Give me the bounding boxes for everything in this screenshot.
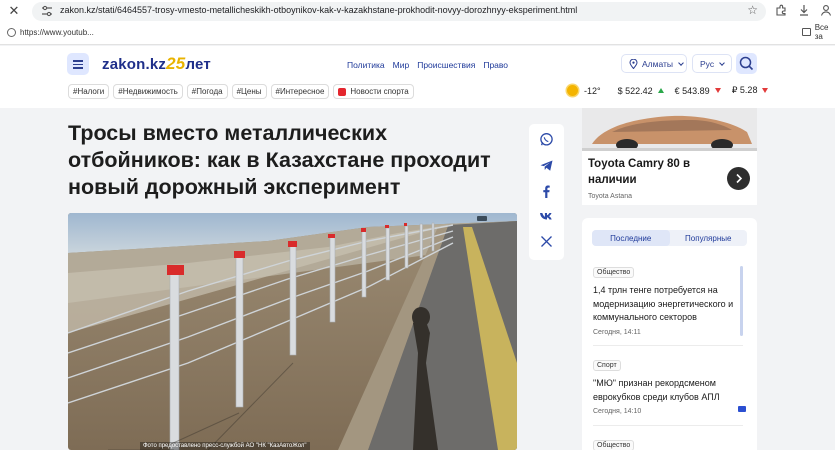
profile-icon[interactable]: [819, 3, 833, 17]
eur-rate: € 543.89: [674, 85, 710, 96]
news-item[interactable]: Общество 1,4 трлн тенге потребуется на м…: [593, 261, 743, 336]
extensions-icon[interactable]: [774, 3, 788, 17]
sun-icon: [567, 85, 578, 96]
article-title: Тросы вместо металлических отбойников: к…: [68, 121, 491, 199]
sport-icon: [338, 87, 347, 96]
url-text: zakon.kz/stati/6464557-trosy-vmesto-meta…: [60, 5, 578, 15]
downloads-icon[interactable]: [797, 3, 811, 17]
tab-popular[interactable]: Популярные: [670, 230, 748, 246]
ad-banner[interactable]: Toyota Camry 80 в наличии Toyota Astana: [582, 108, 757, 205]
road-cable-barrier-image: [68, 213, 517, 450]
site-logo[interactable]: zakon.kz25лет: [102, 54, 211, 74]
whatsapp-icon[interactable]: [539, 132, 554, 147]
globe-icon: [7, 27, 16, 37]
site-header: zakon.kz25лет Политика Мир Происшествия …: [0, 46, 835, 108]
ad-next-button[interactable]: [727, 167, 750, 190]
search-icon: [739, 56, 754, 71]
photo-caption: Фото предоставлено пресс-службой АО "НК …: [140, 442, 310, 450]
news-tabs: Последние Популярные: [592, 230, 747, 246]
bookmark-star-icon[interactable]: ☆: [747, 3, 758, 17]
chevron-down-icon: [678, 59, 684, 66]
browser-chrome: ✕ zakon.kz/stati/6464557-trosy-vmesto-me…: [0, 0, 835, 45]
ad-image: [582, 108, 757, 151]
facebook-icon[interactable]: [539, 184, 554, 199]
news-category: Общество: [593, 440, 635, 450]
vk-icon[interactable]: [539, 209, 554, 224]
news-item[interactable]: Спорт "МЮ" признан рекордсменом еврокубк…: [593, 354, 746, 415]
ad-source: Toyota Astana: [588, 193, 632, 200]
usd-rate: $ 522.42: [617, 85, 653, 96]
stop-loading-icon[interactable]: ✕: [6, 3, 22, 19]
news-title[interactable]: "МЮ" признан рекордсменом еврокубков сре…: [593, 377, 743, 404]
nav-politics[interactable]: Политика: [347, 60, 385, 70]
bookmark-youtube[interactable]: https://www.youtub...: [7, 25, 94, 39]
weather-temp: -12°: [584, 85, 601, 96]
folder-icon: [802, 28, 811, 36]
tab-latest[interactable]: Последние: [592, 230, 670, 246]
rate-down-icon: [762, 88, 769, 93]
video-icon: [738, 406, 746, 412]
tag-sport-news[interactable]: Новости спорта: [333, 84, 414, 99]
news-title[interactable]: 1,4 трлн тенге потребуется на модернизац…: [593, 284, 743, 325]
location-pin-icon: [629, 58, 638, 69]
nav-law[interactable]: Право: [483, 60, 508, 70]
tag-weather[interactable]: #Погода: [186, 84, 228, 99]
article-photo[interactable]: Фото предоставлено пресс-службой АО "НК …: [68, 213, 517, 450]
menu-button[interactable]: [67, 53, 89, 75]
news-item[interactable]: Общество: [593, 434, 743, 450]
site-settings-icon[interactable]: [40, 4, 54, 18]
news-divider: [593, 345, 743, 346]
address-bar[interactable]: zakon.kz/stati/6464557-trosy-vmesto-meta…: [32, 2, 766, 21]
chevron-down-icon: [719, 59, 725, 66]
rate-down-icon: [714, 88, 721, 93]
bookmark-folder-all[interactable]: Все за: [802, 23, 835, 41]
rub-rate: ₽ 5.28: [731, 85, 758, 95]
news-time: Сегодня, 14:11: [593, 328, 641, 336]
telegram-icon[interactable]: [539, 158, 554, 173]
tag-realty[interactable]: #Недвижимость: [113, 84, 183, 99]
tag-bar: #Налоги #Недвижимость #Погода #Цены #Инт…: [68, 84, 414, 99]
news-feed-widget: Последние Популярные Общество 1,4 трлн т…: [582, 218, 757, 450]
city-selector[interactable]: Алматы: [621, 54, 687, 73]
car-image: [582, 108, 757, 151]
search-button[interactable]: [736, 53, 757, 74]
chevron-right-icon: [736, 173, 743, 184]
news-category: Спорт: [593, 360, 621, 371]
weather-currency-ticker: -12° $ 522.42 € 543.89 ₽ 5.28: [567, 85, 769, 96]
nav-incidents[interactable]: Происшествия: [417, 60, 475, 70]
nav-world[interactable]: Мир: [393, 60, 410, 70]
tag-taxes[interactable]: #Налоги: [68, 84, 110, 99]
tag-prices[interactable]: #Цены: [231, 84, 267, 99]
language-selector[interactable]: Рус: [692, 54, 732, 73]
tag-interesting[interactable]: #Интересное: [270, 84, 330, 99]
news-time: Сегодня, 14:10: [593, 408, 642, 415]
ad-title[interactable]: Toyota Camry 80 в наличии: [588, 156, 718, 188]
share-panel: [529, 124, 564, 260]
main-nav: Политика Мир Происшествия Право: [347, 60, 508, 70]
rate-up-icon: [657, 88, 664, 93]
news-category: Общество: [593, 267, 635, 278]
x-twitter-icon[interactable]: [539, 234, 554, 249]
news-divider: [593, 425, 743, 426]
